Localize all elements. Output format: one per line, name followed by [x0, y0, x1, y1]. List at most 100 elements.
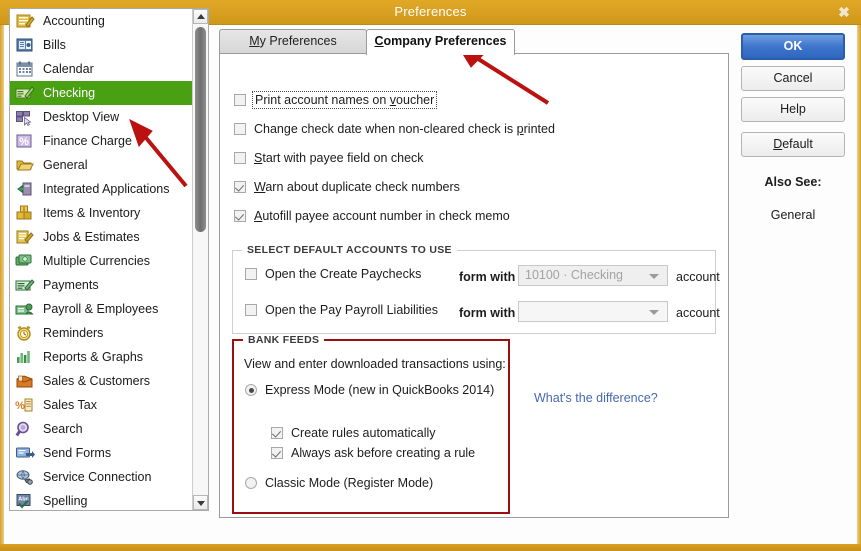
sidebar-item-general[interactable]: General — [10, 153, 192, 177]
whats-the-difference-link[interactable]: What's the difference? — [534, 391, 658, 405]
sidebar-item-label: Reports & Graphs — [43, 350, 144, 364]
sidebar-item-label: Finance Charge — [43, 134, 132, 148]
checkbox-change-check-date-box[interactable] — [234, 123, 246, 135]
tab-my-preferences[interactable]: My Preferences — [219, 29, 367, 54]
sidebar-item-finance-charge[interactable]: % Finance Charge — [10, 129, 192, 153]
checkbox-print-account-names-box[interactable] — [234, 94, 246, 106]
also-see-general-link[interactable]: General — [741, 208, 845, 222]
bank-feeds-intro: View and enter downloaded transactions u… — [244, 357, 506, 371]
checkbox-warn-duplicate-check-numbers[interactable]: Warn about duplicate check numbers — [234, 180, 460, 194]
sidebar-item-accounting[interactable]: Accounting — [10, 9, 192, 33]
default-accounts-group: SELECT DEFAULT ACCOUNTS TO USE Open the … — [232, 244, 720, 334]
pay-payroll-form-with-label: form with — [459, 306, 516, 320]
pay-payroll-account-select[interactable] — [518, 301, 668, 322]
multiple-currencies-icon — [15, 252, 35, 270]
sidebar-item-payments[interactable]: Payments — [10, 273, 192, 297]
reminders-icon — [15, 324, 35, 342]
chevron-down-icon — [649, 310, 659, 315]
checkbox-start-with-payee-field[interactable]: Start with payee field on check — [234, 151, 424, 165]
checkbox-create-rules-automatically[interactable]: Create rules automatically — [271, 426, 436, 440]
checkbox-start-with-payee-field-box[interactable] — [234, 152, 246, 164]
tab-company-preferences-label: ompany Preferences — [383, 34, 507, 48]
checkbox-warn-duplicate-check-numbers-label: Warn about duplicate check numbers — [254, 180, 460, 194]
cancel-button[interactable]: Cancel — [741, 66, 845, 91]
checkbox-change-check-date[interactable]: Change check date when non-cleared check… — [234, 122, 555, 136]
sidebar-item-send-forms[interactable]: Send Forms — [10, 441, 192, 465]
tab-company-preferences[interactable]: Company Preferences — [366, 29, 515, 55]
sidebar-item-label: Accounting — [43, 14, 105, 28]
bank-feeds-group: BANK FEEDS View and enter downloaded tra… — [232, 334, 510, 514]
checkbox-create-rules-automatically-box[interactable] — [271, 427, 283, 439]
radio-express-mode-label: Express Mode (new in QuickBooks 2014) — [265, 383, 495, 397]
help-button[interactable]: Help — [741, 97, 845, 122]
checkbox-always-ask-before-rule[interactable]: Always ask before creating a rule — [271, 446, 475, 460]
sidebar-item-label: Search — [43, 422, 83, 436]
preferences-tabs: My Preferences Company Preferences — [219, 29, 729, 55]
sidebar-item-desktop-view[interactable]: Desktop View — [10, 105, 192, 129]
calendar-icon — [15, 60, 35, 78]
default-button-accel: D — [773, 137, 783, 151]
radio-express-mode[interactable]: Express Mode (new in QuickBooks 2014) — [245, 383, 494, 397]
checkbox-print-account-names[interactable]: Print account names on voucher — [234, 91, 438, 109]
sidebar-item-payroll-employees[interactable]: Payroll & Employees — [10, 297, 192, 321]
sidebar-item-checking[interactable]: Checking — [10, 81, 192, 105]
spelling-icon: Abc — [15, 492, 35, 510]
sidebar-item-label: Send Forms — [43, 446, 112, 460]
tab-my-preferences-label: y Preferences — [259, 34, 337, 48]
bank-feeds-group-title: BANK FEEDS — [243, 334, 325, 346]
checkbox-open-pay-payroll-liabilities[interactable]: Open the Pay Payroll Liabilities — [245, 303, 438, 317]
window-frame-right — [857, 25, 861, 544]
accounting-icon — [15, 12, 35, 30]
scroll-down-button[interactable] — [193, 495, 208, 510]
sidebar-item-label: Jobs & Estimates — [43, 230, 140, 244]
sidebar-item-sales-customers[interactable]: Sales & Customers — [10, 369, 192, 393]
checkbox-always-ask-before-rule-label: Always ask before creating a rule — [291, 446, 476, 460]
sidebar-item-integrated-applications[interactable]: Integrated Applications — [10, 177, 192, 201]
ok-button[interactable]: OK — [741, 33, 845, 60]
sidebar-item-search[interactable]: Search — [10, 417, 192, 441]
company-preferences-panel: Print account names on voucher Change ch… — [219, 53, 729, 518]
radio-classic-mode-label: Classic Mode (Register Mode) — [265, 476, 434, 490]
checkbox-print-account-names-label: Print account names on voucher — [251, 91, 438, 109]
desktop-view-icon — [15, 108, 35, 126]
sidebar-item-label: Multiple Currencies — [43, 254, 150, 268]
scroll-up-button[interactable] — [193, 9, 208, 24]
create-paychecks-account-word: account — [676, 270, 720, 284]
checkbox-start-with-payee-field-label: Start with payee field on check — [254, 151, 424, 165]
sidebar-item-reminders[interactable]: Reminders — [10, 321, 192, 345]
sidebar-item-bills[interactable]: Bills — [10, 33, 192, 57]
checkbox-create-rules-automatically-label: Create rules automatically — [291, 426, 436, 440]
create-paychecks-account-select[interactable]: 10100 · Checking — [518, 265, 668, 286]
checkbox-autofill-payee-account-box[interactable] — [234, 210, 246, 222]
sidebar-item-multiple-currencies[interactable]: Multiple Currencies — [10, 249, 192, 273]
sidebar-item-service-connection[interactable]: Service Connection — [10, 465, 192, 489]
sidebar-item-calendar[interactable]: Calendar — [10, 57, 192, 81]
reports-graphs-icon — [15, 348, 35, 366]
chevron-down-icon — [649, 274, 659, 279]
sidebar-item-sales-tax[interactable]: % Sales Tax — [10, 393, 192, 417]
sidebar-item-label: Checking — [43, 86, 96, 100]
sidebar-item-label: Reminders — [43, 326, 104, 340]
scrollbar-thumb[interactable] — [195, 27, 206, 232]
checkbox-always-ask-before-rule-box[interactable] — [271, 447, 283, 459]
sidebar-item-reports-graphs[interactable]: Reports & Graphs — [10, 345, 192, 369]
checkbox-change-check-date-label: Change check date when non-cleared check… — [254, 122, 555, 136]
send-forms-icon — [15, 444, 35, 462]
radio-classic-mode-control[interactable] — [245, 477, 257, 489]
checkbox-open-create-paychecks-box[interactable] — [245, 268, 257, 280]
checkbox-open-create-paychecks[interactable]: Open the Create Paychecks — [245, 267, 421, 281]
close-icon[interactable]: ✖ — [835, 4, 853, 21]
sidebar-scrollbar[interactable] — [192, 9, 208, 510]
checkbox-warn-duplicate-check-numbers-box[interactable] — [234, 181, 246, 193]
checkbox-autofill-payee-account[interactable]: Autofill payee account number in check m… — [234, 209, 510, 223]
sidebar-item-spelling[interactable]: Abc Spelling — [10, 489, 192, 510]
sidebar-item-items-inventory[interactable]: Items & Inventory — [10, 201, 192, 225]
sidebar-item-jobs-estimates[interactable]: Jobs & Estimates — [10, 225, 192, 249]
sidebar-item-label: Desktop View — [43, 110, 120, 124]
checkbox-open-pay-payroll-liabilities-box[interactable] — [245, 304, 257, 316]
radio-express-mode-control[interactable] — [245, 384, 257, 396]
default-button[interactable]: Default — [741, 132, 845, 157]
radio-classic-mode[interactable]: Classic Mode (Register Mode) — [245, 476, 433, 490]
checking-icon — [15, 84, 35, 102]
sidebar-item-label: Integrated Applications — [43, 182, 170, 196]
